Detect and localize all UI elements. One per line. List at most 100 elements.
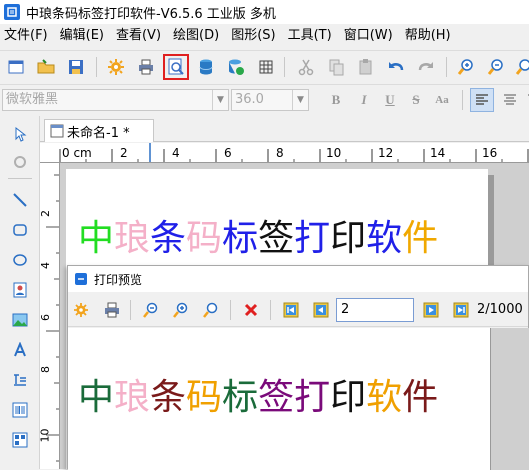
toolbar-separator: [284, 57, 285, 77]
zoom-in-button[interactable]: [454, 55, 478, 79]
paste-button[interactable]: [354, 55, 378, 79]
close-icon: [244, 303, 258, 317]
zoom-fit-button[interactable]: [512, 55, 529, 79]
label-char: 印: [330, 218, 367, 259]
rotate-tool-button[interactable]: [8, 150, 32, 174]
preview-zoom-fit-button[interactable]: [200, 299, 222, 321]
preview-zoom-out-button[interactable]: [140, 299, 162, 321]
align-right-button[interactable]: [522, 88, 529, 112]
gear-icon: [74, 303, 88, 317]
align-center-button[interactable]: [498, 88, 522, 112]
dialog-title: 打印预览: [94, 272, 143, 287]
document-icon: [50, 124, 64, 138]
preview-settings-button[interactable]: [70, 299, 92, 321]
settings-button[interactable]: [104, 55, 128, 79]
print-preview-dialog: 打印预览 2 2/1000 中 琅 条 码 标 签 打 印 软 件: [67, 265, 529, 470]
database-icon: [199, 59, 213, 75]
rotate-icon: [14, 156, 26, 168]
undo-button[interactable]: [384, 55, 408, 79]
menu-edit[interactable]: 编辑(E): [54, 25, 110, 47]
first-page-button[interactable]: [280, 299, 302, 321]
ellipse-tool-button[interactable]: [8, 248, 32, 272]
menu-help[interactable]: 帮助(H): [399, 25, 457, 47]
preview-zoom-in-button[interactable]: [170, 299, 192, 321]
label-char: 琅: [114, 218, 151, 259]
menu-tools[interactable]: 工具(T): [282, 25, 338, 47]
paragraph-tool-button[interactable]: [8, 368, 32, 392]
ruler-label: 2: [120, 146, 128, 160]
menu-window[interactable]: 窗口(W): [338, 25, 399, 47]
close-preview-button[interactable]: [240, 299, 262, 321]
ruler-label: 6: [224, 146, 232, 160]
menu-shape[interactable]: 图形(S): [225, 25, 281, 47]
zoom-out-button[interactable]: [484, 55, 508, 79]
text-case-button[interactable]: Aa: [432, 90, 452, 110]
grid-button[interactable]: [254, 55, 278, 79]
database-button[interactable]: [194, 55, 218, 79]
portrait-image-icon: [13, 282, 27, 298]
toolbar-separator: [270, 300, 271, 320]
barcode-icon: [12, 402, 28, 418]
font-name-value: 微软雅黑: [6, 92, 59, 107]
preview-print-button[interactable]: [101, 299, 123, 321]
text-tool-button[interactable]: [8, 338, 32, 362]
picture-tool-button[interactable]: [8, 308, 32, 332]
align-left-button[interactable]: [470, 88, 494, 112]
toolbar-separator: [230, 300, 231, 320]
preview-toolbar: 2 2/1000: [68, 293, 528, 327]
folder-open-icon: [37, 59, 55, 74]
copy-button[interactable]: [324, 55, 348, 79]
database-settings-button[interactable]: [224, 55, 248, 79]
barcode-tool-button[interactable]: [8, 398, 32, 422]
tab-document[interactable]: 未命名-1 *: [44, 119, 154, 142]
font-name-select[interactable]: 微软雅黑 ▼: [2, 89, 229, 111]
save-button[interactable]: [64, 55, 88, 79]
ruler-label: 14: [430, 146, 446, 160]
toolbar-separator: [130, 300, 131, 320]
image-tool-button[interactable]: [8, 278, 32, 302]
copy-icon: [329, 59, 344, 76]
label-text-object[interactable]: 中琅条码标签打印软件: [78, 217, 438, 261]
label-char: 条: [150, 377, 187, 418]
new-document-button[interactable]: [4, 55, 28, 79]
cut-button[interactable]: [294, 55, 318, 79]
bold-button[interactable]: B: [326, 90, 346, 110]
label-char: 中: [78, 377, 115, 418]
menu-file[interactable]: 文件(F): [0, 25, 54, 47]
print-button[interactable]: [134, 55, 158, 79]
label-char: 签: [258, 218, 295, 259]
previous-page-button[interactable]: [310, 299, 332, 321]
title-bar: 中琅条码标签打印软件-V6.5.6 工业版 多机: [0, 0, 529, 24]
label-char: 软: [366, 377, 403, 418]
ruler-label: 10: [326, 146, 342, 160]
drawing-tools-panel: [0, 116, 40, 469]
preview-label-text: 中琅条码标签打印软件: [78, 376, 438, 420]
ruler-label: 0 cm: [62, 146, 92, 160]
ruler-label: 4: [40, 262, 52, 269]
select-tool-button[interactable]: [8, 122, 32, 146]
line-tool-button[interactable]: [8, 188, 32, 212]
underline-button[interactable]: U: [380, 90, 400, 110]
preview-area: 中琅条码标签打印软件: [68, 328, 529, 470]
menu-draw[interactable]: 绘图(D): [167, 25, 225, 47]
qrcode-tool-button[interactable]: [8, 428, 32, 452]
print-preview-icon: [168, 58, 184, 75]
print-preview-button[interactable]: [163, 54, 189, 80]
last-page-button[interactable]: [450, 299, 472, 321]
label-char: 标: [222, 218, 259, 259]
format-toolbar: 微软雅黑 ▼ 36.0 ▼ B I U S Aa: [0, 84, 529, 114]
italic-button[interactable]: I: [354, 90, 374, 110]
next-page-button[interactable]: [420, 299, 442, 321]
printer-icon: [105, 302, 119, 318]
align-left-icon: [476, 94, 488, 105]
page-number-input[interactable]: 2: [336, 298, 414, 322]
label-char: 码: [186, 377, 223, 418]
menu-view[interactable]: 查看(V): [110, 25, 167, 47]
font-size-select[interactable]: 36.0 ▼: [231, 89, 309, 111]
label-char: 签: [258, 377, 295, 418]
rectangle-tool-button[interactable]: [8, 218, 32, 242]
zoom-fit-icon: [515, 59, 529, 75]
strikethrough-button[interactable]: S: [406, 90, 426, 110]
redo-button[interactable]: [414, 55, 438, 79]
open-button[interactable]: [34, 55, 58, 79]
